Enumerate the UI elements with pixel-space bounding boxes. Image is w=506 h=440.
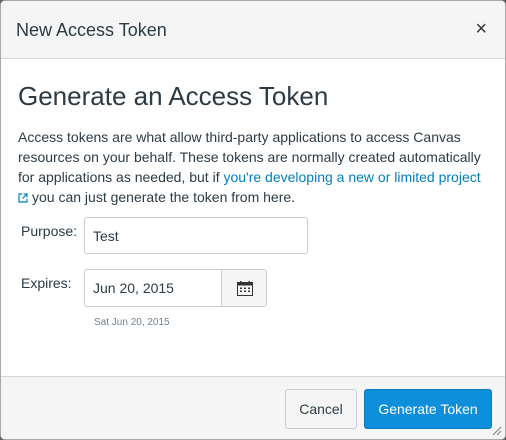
purpose-label: Purpose: xyxy=(21,223,78,239)
dialog-title: New Access Token xyxy=(16,20,167,40)
description-text: Access tokens are what allow third-party… xyxy=(18,127,496,207)
dialog-content: Generate an Access Token Access tokens a… xyxy=(1,59,505,375)
developer-project-link[interactable]: you're developing a new or limited proje… xyxy=(223,169,480,185)
cancel-button[interactable]: Cancel xyxy=(285,389,357,429)
expires-date-hint: Sat Jun 20, 2015 xyxy=(94,317,170,328)
external-link-icon xyxy=(18,193,28,203)
expires-date-input[interactable] xyxy=(84,269,222,307)
expires-label: Expires: xyxy=(21,275,72,291)
page-title: Generate an Access Token xyxy=(18,81,329,111)
resize-handle-icon[interactable] xyxy=(490,424,502,436)
date-picker-button[interactable] xyxy=(221,269,267,307)
new-access-token-dialog: New Access Token × Generate an Access To… xyxy=(0,0,506,440)
purpose-input[interactable] xyxy=(84,217,308,254)
close-icon[interactable]: × xyxy=(475,17,487,41)
dialog-titlebar: New Access Token × xyxy=(1,1,505,59)
generate-token-button[interactable]: Generate Token xyxy=(364,389,492,429)
dialog-footer: Cancel Generate Token xyxy=(1,376,505,439)
calendar-icon xyxy=(237,281,253,296)
description-after: you can just generate the token from her… xyxy=(32,189,296,205)
